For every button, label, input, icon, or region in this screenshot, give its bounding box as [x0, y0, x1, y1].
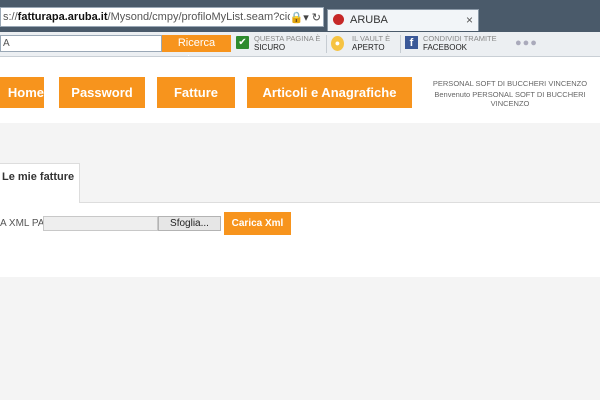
vault-label: IL VAULT È: [352, 34, 391, 43]
url-domain: fatturapa.aruba.it: [17, 11, 108, 23]
vault-status[interactable]: IL VAULT È APERTO: [352, 34, 390, 54]
vault-lock-icon: ●: [331, 36, 344, 51]
address-bar-icons[interactable]: 🔒▾ ↻: [289, 9, 321, 26]
url-path: /Mysond/cmpy/profiloMyList.seam?cid=605: [107, 11, 319, 23]
browse-button[interactable]: Sfoglia...: [158, 216, 221, 231]
share-label: CONDIVIDI TRAMITE: [423, 34, 497, 43]
upload-panel: [0, 203, 600, 277]
aruba-favicon-icon: [333, 14, 344, 25]
toolbar-divider: [326, 35, 327, 53]
page-security-status[interactable]: QUESTA PAGINA È SICURO: [254, 34, 320, 54]
share-target: FACEBOOK: [423, 43, 468, 52]
address-bar[interactable]: s://fatturapa.aruba.it/Mysond/cmpy/profi…: [0, 7, 324, 27]
share-facebook[interactable]: CONDIVIDI TRAMITE FACEBOOK: [423, 34, 497, 54]
facebook-icon: f: [405, 36, 418, 49]
site-header: Home Password Fatture Articoli e Anagraf…: [0, 57, 600, 123]
nav-invoices-button[interactable]: Fatture: [157, 77, 235, 108]
nav-home-button[interactable]: Home: [0, 77, 44, 108]
url-prefix: s://: [3, 11, 18, 23]
security-label: QUESTA PAGINA È: [254, 34, 321, 43]
nav-password-button[interactable]: Password: [59, 77, 145, 108]
xml-file-input[interactable]: [43, 216, 158, 231]
browser-address-row: s://fatturapa.aruba.it/Mysond/cmpy/profi…: [0, 0, 600, 32]
xml-file-label: A XML PA: [0, 218, 45, 229]
tab-my-invoices[interactable]: Le mie fatture: [0, 163, 80, 203]
security-value: SICURO: [254, 43, 286, 52]
tab-title: ARUBA: [350, 14, 388, 26]
browser-toolbar: A Ricerca sicura ✔ QUESTA PAGINA È SICUR…: [0, 32, 600, 66]
toolbar-divider: [400, 35, 401, 53]
vault-value: APERTO: [352, 43, 385, 52]
more-options-icon[interactable]: ●●●: [515, 37, 538, 49]
close-tab-icon[interactable]: ×: [466, 10, 473, 30]
search-input[interactable]: A: [0, 35, 162, 52]
welcome-message: Benvenuto PERSONAL SOFT DI BUCCHERI VINC…: [434, 90, 586, 108]
nav-articles-button[interactable]: Articoli e Anagrafiche: [247, 77, 412, 108]
company-name: PERSONAL SOFT DI BUCCHERI VINCENZO: [432, 79, 588, 88]
check-icon: ✔: [236, 36, 249, 49]
upload-xml-button[interactable]: Carica Xml: [224, 212, 291, 235]
company-info: PERSONAL SOFT DI BUCCHERI VINCENZO Benve…: [432, 79, 588, 108]
secure-search-button[interactable]: Ricerca sicura: [162, 35, 231, 66]
browser-tab-aruba[interactable]: ARUBA ×: [327, 9, 479, 31]
